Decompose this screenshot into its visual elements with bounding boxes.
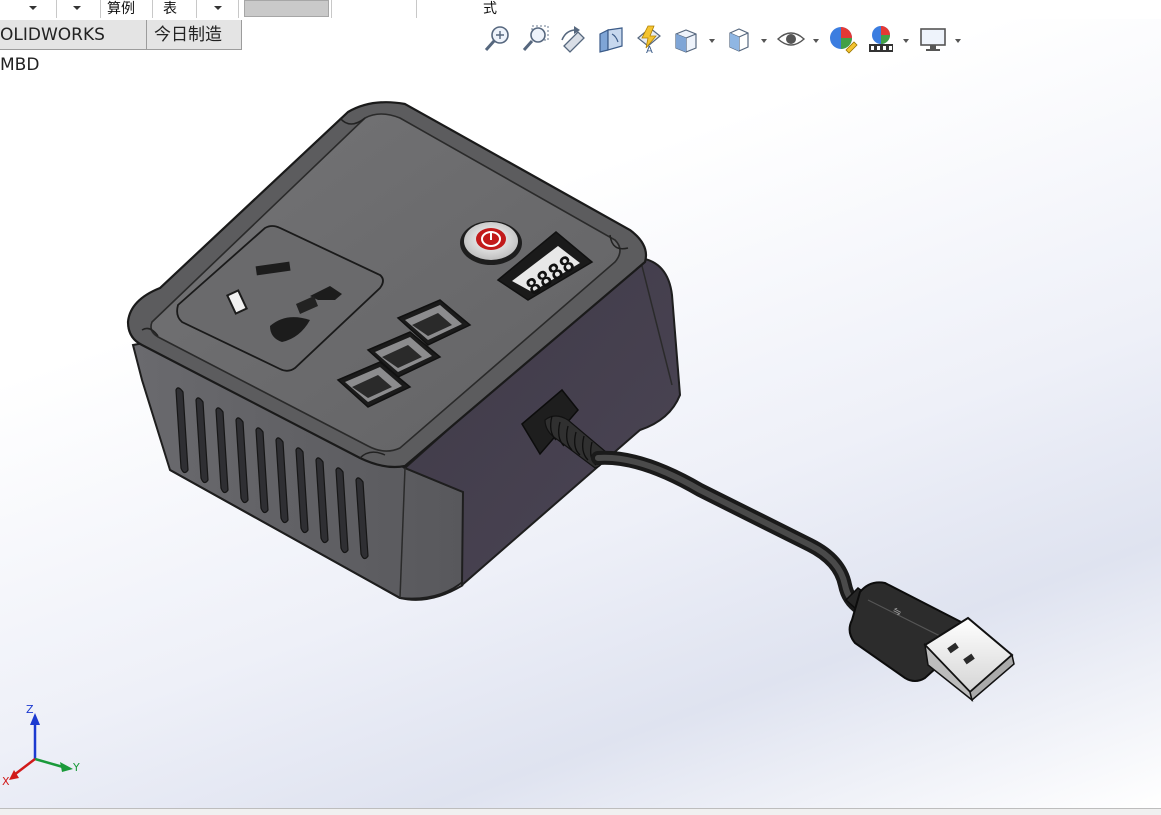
- ribbon-label-study[interactable]: 算例: [107, 0, 135, 18]
- previous-view-icon[interactable]: [558, 24, 588, 54]
- divider: [152, 0, 153, 18]
- dynamic-annotation-icon[interactable]: A: [634, 24, 664, 56]
- triad-y-label: Y: [72, 761, 80, 774]
- divider: [238, 0, 239, 18]
- view-orientation-icon[interactable]: [672, 24, 702, 54]
- coordinate-triad: Z Y X: [2, 703, 80, 788]
- divider: [100, 0, 101, 18]
- power-button-icon: [460, 221, 522, 265]
- divider: [416, 0, 417, 18]
- graphics-area[interactable]: 8888 ⇋ Z Y X: [0, 19, 1161, 808]
- chevron-down-icon[interactable]: [73, 6, 81, 10]
- chevron-down-icon[interactable]: [709, 39, 715, 43]
- triad-x-label: X: [2, 775, 10, 788]
- view-settings-icon[interactable]: [918, 24, 948, 54]
- chevron-down-icon[interactable]: [813, 39, 819, 43]
- chevron-down-icon[interactable]: [761, 39, 767, 43]
- ribbon-label-formula[interactable]: 式: [483, 0, 497, 18]
- chevron-down-icon[interactable]: [29, 6, 37, 10]
- divider: [331, 0, 332, 18]
- ribbon-strip: 算例 表 式: [0, 0, 1161, 20]
- usb-cable: [591, 450, 867, 615]
- divider: [56, 0, 57, 18]
- svg-text:A: A: [646, 45, 653, 54]
- tab-solidworks-mbd[interactable]: OLIDWORKS MBD: [0, 20, 147, 75]
- apply-scene-icon[interactable]: [866, 24, 896, 54]
- ribbon-label-table[interactable]: 表: [163, 0, 177, 18]
- chevron-down-icon[interactable]: [903, 39, 909, 43]
- tab-today-manufacturing[interactable]: 今日制造: [146, 20, 242, 50]
- zoom-to-area-icon[interactable]: [520, 24, 550, 54]
- chevron-down-icon[interactable]: [214, 6, 222, 10]
- triad-z-label: Z: [26, 703, 34, 716]
- section-view-icon[interactable]: [596, 24, 626, 54]
- divider: [196, 0, 197, 18]
- usb-plug: ⇋: [844, 581, 1015, 702]
- chevron-down-icon[interactable]: [955, 39, 961, 43]
- power-strip-model[interactable]: 8888 ⇋: [0, 19, 1161, 808]
- edit-appearance-icon[interactable]: [828, 24, 858, 54]
- hide-show-icon[interactable]: [776, 24, 806, 54]
- zoom-to-fit-icon[interactable]: [482, 24, 512, 54]
- display-style-icon[interactable]: [724, 24, 754, 54]
- ribbon-input-box[interactable]: [244, 0, 329, 17]
